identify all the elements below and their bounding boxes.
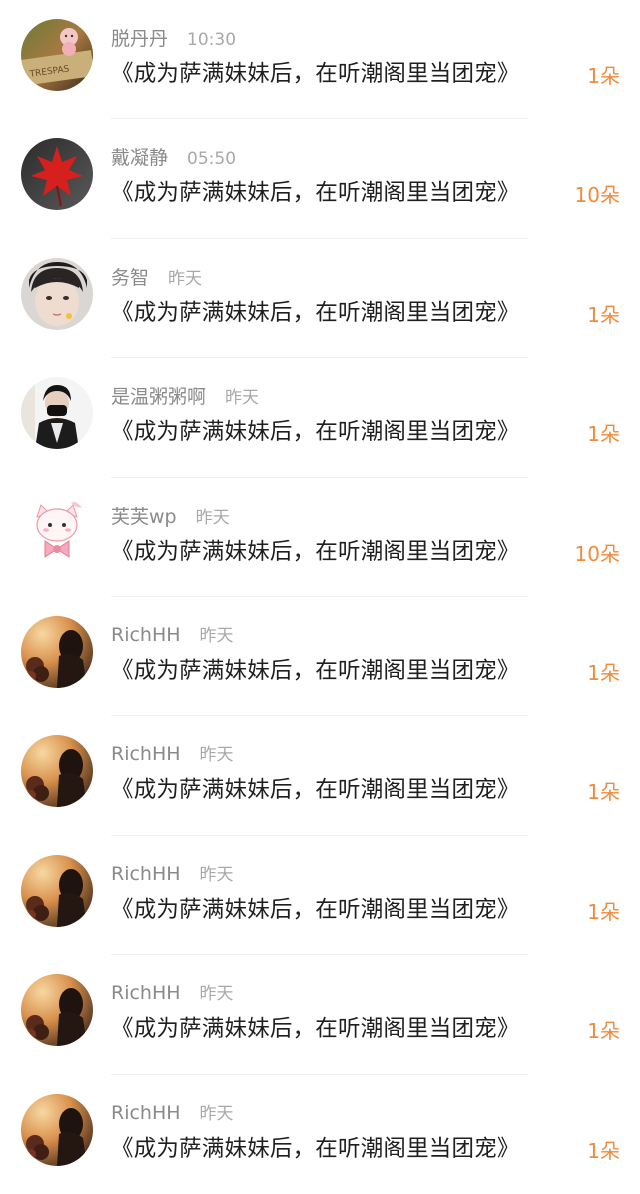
avatar[interactable] bbox=[21, 854, 93, 927]
timestamp: 昨天 bbox=[199, 864, 234, 885]
gift-count: 10朵 bbox=[574, 183, 620, 208]
user-name[interactable]: 戴凝静 bbox=[111, 143, 168, 170]
gift-count: 1朵 bbox=[587, 780, 620, 805]
sunset-girl-icon bbox=[21, 854, 93, 927]
list-item[interactable]: 戴凝静 05:50 《成为萨满妹妹后，在听潮阁里当团宠》 10朵 bbox=[0, 119, 640, 239]
book-title[interactable]: 《成为萨满妹妹后，在听潮阁里当团宠》 bbox=[111, 1011, 520, 1043]
sunset-girl-icon bbox=[21, 1093, 93, 1166]
list-item[interactable]: RichHH 昨天 《成为萨满妹妹后，在听潮阁里当团宠》 1朵 bbox=[0, 716, 640, 836]
timestamp: 昨天 bbox=[195, 507, 230, 528]
timestamp: 昨天 bbox=[168, 268, 203, 289]
entry-meta: RichHH 昨天 bbox=[111, 979, 234, 1007]
user-name[interactable]: RichHH bbox=[111, 743, 181, 765]
list-item[interactable]: RichHH 昨天 《成为萨满妹妹后，在听潮阁里当团宠》 1朵 bbox=[0, 597, 640, 717]
timestamp: 昨天 bbox=[199, 984, 234, 1005]
entry-meta: RichHH 昨天 bbox=[111, 860, 234, 888]
book-title[interactable]: 《成为萨满妹妹后，在听潮阁里当团宠》 bbox=[111, 534, 520, 566]
book-title[interactable]: 《成为萨满妹妹后，在听潮阁里当团宠》 bbox=[111, 414, 520, 446]
user-name[interactable]: RichHH bbox=[111, 863, 181, 885]
list-item[interactable]: RichHH 昨天 《成为萨满妹妹后，在听潮阁里当团宠》 1朵 bbox=[0, 955, 640, 1075]
user-name[interactable]: RichHH bbox=[111, 982, 181, 1004]
book-title[interactable]: 《成为萨满妹妹后，在听潮阁里当团宠》 bbox=[111, 295, 520, 327]
entry-meta: RichHH 昨天 bbox=[111, 740, 234, 768]
gift-count: 1朵 bbox=[587, 302, 620, 327]
user-name[interactable]: 是温粥粥啊 bbox=[111, 382, 206, 409]
entry-meta: RichHH 昨天 bbox=[111, 621, 234, 649]
entry-meta: RichHH 昨天 bbox=[111, 1099, 234, 1127]
gift-count: 1朵 bbox=[587, 64, 620, 88]
avatar[interactable] bbox=[21, 735, 93, 808]
gift-count: 1朵 bbox=[587, 1138, 620, 1163]
timestamp: 昨天 bbox=[199, 745, 234, 766]
list-item[interactable]: TRESPAS 脱丹丹 10:30 《成为萨满妹妹后，在听潮阁里当团宠》 1朵 bbox=[0, 0, 640, 120]
entry-meta: 务智 昨天 bbox=[111, 263, 202, 291]
list-item[interactable]: RichHH 昨天 《成为萨满妹妹后，在听潮阁里当团宠》 1朵 bbox=[0, 1075, 640, 1194]
list-item[interactable]: 芙芙wp 昨天 《成为萨满妹妹后，在听潮阁里当团宠》 10朵 bbox=[0, 478, 640, 597]
maple-leaf-icon bbox=[21, 138, 93, 211]
gift-count: 1朵 bbox=[587, 661, 620, 685]
user-name[interactable]: 脱丹丹 bbox=[111, 24, 168, 51]
sunset-girl-icon bbox=[21, 735, 93, 808]
user-name[interactable]: 芙芙wp bbox=[111, 502, 177, 529]
book-title[interactable]: 《成为萨满妹妹后，在听潮阁里当团宠》 bbox=[111, 1131, 520, 1163]
gift-count: 1朵 bbox=[587, 1019, 620, 1044]
avatar[interactable] bbox=[21, 257, 93, 330]
avatar[interactable] bbox=[21, 1093, 93, 1166]
avatar[interactable]: TRESPAS bbox=[21, 19, 93, 91]
boy-face-icon bbox=[21, 257, 93, 330]
gift-count: 10朵 bbox=[574, 541, 620, 566]
avatar[interactable] bbox=[21, 377, 93, 450]
timestamp: 10:30 bbox=[187, 30, 237, 50]
gift-list: TRESPAS 脱丹丹 10:30 《成为萨满妹妹后，在听潮阁里当团宠》 1朵 … bbox=[0, 0, 640, 1181]
masked-person-icon bbox=[21, 377, 93, 450]
entry-meta: 是温粥粥啊 昨天 bbox=[111, 382, 259, 410]
book-title[interactable]: 《成为萨满妹妹后，在听潮阁里当团宠》 bbox=[111, 653, 520, 685]
timestamp: 昨天 bbox=[225, 388, 260, 409]
list-item[interactable]: RichHH 昨天 《成为萨满妹妹后，在听潮阁里当团宠》 1朵 bbox=[0, 836, 640, 956]
book-title[interactable]: 《成为萨满妹妹后，在听潮阁里当团宠》 bbox=[111, 175, 520, 207]
gift-count: 1朵 bbox=[587, 899, 620, 924]
entry-meta: 脱丹丹 10:30 bbox=[111, 24, 236, 52]
gift-count: 1朵 bbox=[587, 422, 620, 447]
user-name[interactable]: 务智 bbox=[111, 263, 149, 290]
sunset-girl-icon bbox=[21, 974, 93, 1047]
user-name[interactable]: RichHH bbox=[111, 1102, 181, 1124]
avatar[interactable] bbox=[21, 138, 93, 211]
timestamp: 05:50 bbox=[187, 149, 237, 170]
entry-meta: 戴凝静 05:50 bbox=[111, 143, 236, 171]
timestamp: 昨天 bbox=[199, 626, 234, 646]
pink-cat-icon bbox=[21, 496, 93, 569]
list-item[interactable]: 是温粥粥啊 昨天 《成为萨满妹妹后，在听潮阁里当团宠》 1朵 bbox=[0, 358, 640, 478]
avatar[interactable] bbox=[21, 616, 93, 688]
list-item[interactable]: 务智 昨天 《成为萨满妹妹后，在听潮阁里当团宠》 1朵 bbox=[0, 239, 640, 359]
timestamp: 昨天 bbox=[199, 1103, 234, 1124]
pig-sign-icon: TRESPAS bbox=[21, 19, 93, 91]
avatar[interactable] bbox=[21, 496, 93, 569]
book-title[interactable]: 《成为萨满妹妹后，在听潮阁里当团宠》 bbox=[111, 892, 520, 924]
book-title[interactable]: 《成为萨满妹妹后，在听潮阁里当团宠》 bbox=[111, 772, 520, 804]
sunset-girl-icon bbox=[21, 616, 93, 688]
avatar[interactable] bbox=[21, 974, 93, 1047]
entry-meta: 芙芙wp 昨天 bbox=[111, 502, 230, 530]
user-name[interactable]: RichHH bbox=[111, 624, 181, 646]
book-title[interactable]: 《成为萨满妹妹后，在听潮阁里当团宠》 bbox=[111, 56, 520, 88]
